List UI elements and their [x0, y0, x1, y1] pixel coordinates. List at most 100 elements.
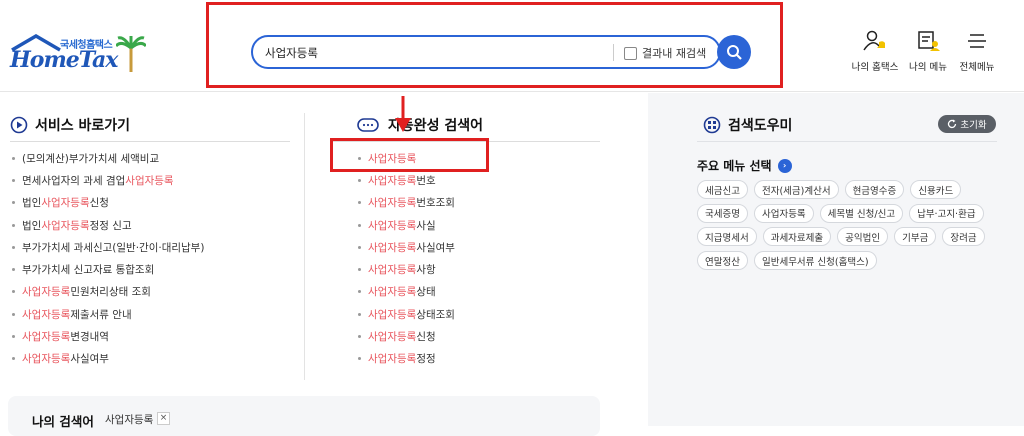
bullet-dot: [12, 156, 15, 160]
service-item[interactable]: 법인 사업자등록 신청: [12, 192, 204, 214]
service-item-text: 변경내역: [70, 331, 109, 344]
service-item[interactable]: 사업자등록 제출서류 안내: [12, 303, 204, 325]
bullet-dot: [12, 245, 15, 249]
keyword-highlight: 사업자등록: [368, 241, 417, 254]
main-menu-select-text: 주요 메뉴 선택: [697, 159, 772, 173]
autocomplete-suffix: 정정: [416, 353, 436, 366]
all-menu-label: 전체메뉴: [959, 62, 995, 73]
menu-tag[interactable]: 사업자등록: [753, 203, 814, 223]
bullet-dot: [12, 201, 15, 205]
menu-tag[interactable]: 국세증명: [697, 203, 748, 223]
service-item[interactable]: 법인 사업자등록 정정 신고: [12, 214, 204, 236]
autocomplete-item[interactable]: 사업자등록 정정: [358, 348, 455, 370]
autocomplete-suffix: 상태조회: [416, 308, 455, 321]
menu-tag[interactable]: 세금신고: [697, 180, 748, 199]
autocomplete-item[interactable]: 사업자등록 상태조회: [358, 303, 455, 325]
column-divider: [304, 113, 305, 380]
annotation-arrow-down-icon: [395, 96, 411, 132]
autocomplete-suffix: 상태: [416, 286, 436, 299]
menu-tag[interactable]: 과세자료제출: [762, 227, 832, 247]
keyword-highlight: 사업자등록: [368, 219, 417, 232]
service-item-text: 신청: [89, 197, 109, 210]
bullet-dot: [12, 335, 15, 339]
autocomplete-suffix: 번호조회: [416, 197, 455, 210]
keyword-highlight: 사업자등록: [125, 174, 174, 187]
logo-english-text: HomeTax: [10, 47, 118, 73]
bullet-dot: [12, 290, 15, 294]
service-shortcut-title-text: 서비스 바로가기: [35, 118, 131, 134]
menu-tag[interactable]: 전자(세금)계산서: [753, 180, 839, 199]
menu-tag[interactable]: 신용카드: [910, 180, 962, 199]
service-item-text: 부가가치세 신고자료 통합조회: [22, 264, 155, 277]
main-menu-select-title: 주요 메뉴 선택 ›: [697, 157, 792, 174]
autocomplete-item[interactable]: 사업자등록 번호조회: [358, 192, 455, 214]
all-menu-button[interactable]: 전체메뉴: [951, 30, 1003, 73]
bullet-dot: [12, 268, 15, 272]
autocomplete-item[interactable]: 사업자등록 상태: [358, 281, 455, 303]
menu-tag[interactable]: 연말정산: [697, 251, 748, 271]
bullet-dot: [358, 201, 361, 205]
keyword-highlight: 사업자등록: [368, 174, 417, 187]
menu-tag[interactable]: 공익법인: [837, 227, 889, 247]
autocomplete-item[interactable]: 사업자등록 사항: [358, 258, 455, 280]
bullet-dot: [358, 223, 361, 227]
chevron-right-icon[interactable]: ›: [777, 158, 792, 173]
service-item-text: 민원처리상태 조회: [70, 286, 151, 299]
autocomplete-list: 사업자등록 사업자등록 번호 사업자등록 번호조회 사업자등록 사실 사업자등록 사실여부 사업자…: [358, 147, 455, 370]
bullet-dot: [12, 178, 15, 182]
keyword-highlight: 사업자등록: [22, 331, 71, 344]
bullet-dot: [358, 245, 361, 249]
service-item[interactable]: (모의계산)부가가치세 세액비교: [12, 147, 204, 169]
autocomplete-item[interactable]: 사업자등록 사실: [358, 214, 455, 236]
service-item-text: (모의계산)부가가치세 세액비교: [22, 152, 160, 165]
service-shortcut-divider: [10, 141, 290, 142]
bullet-dot: [12, 357, 15, 361]
user-bell-icon: [863, 30, 885, 51]
user-list-icon: [918, 31, 940, 51]
menu-tag[interactable]: 세목별 신청/신고: [819, 203, 904, 223]
keyword-highlight: 사업자등록: [22, 308, 71, 321]
autocomplete-suffix: 사항: [416, 264, 436, 277]
menu-tag[interactable]: 지급명세서: [697, 227, 757, 247]
service-item[interactable]: 부가가치세 과세신고(일반·간이·대리납부): [12, 236, 204, 258]
service-item[interactable]: 면세사업자의 과세 겸업 사업자등록: [12, 169, 204, 191]
my-search-keyword[interactable]: 사업자등록: [105, 412, 153, 427]
main-menu-tags: 세금신고 전자(세금)계산서 현금영수증 신용카드국세증명 사업자등록 세목별 신청/신고…: [697, 180, 997, 275]
service-item-text: 사실여부: [70, 353, 109, 366]
service-item[interactable]: 사업자등록 사실여부: [12, 348, 204, 370]
my-hometax-button[interactable]: 나의 홈택스: [849, 30, 901, 73]
menu-tag[interactable]: 장려금: [942, 227, 985, 247]
menu-tag[interactable]: 기부금: [894, 227, 937, 247]
reset-button[interactable]: 초기화: [938, 115, 996, 133]
autocomplete-item[interactable]: 사업자등록 신청: [358, 325, 455, 347]
bullet-dot: [358, 178, 361, 182]
keyword-highlight: 사업자등록: [22, 353, 71, 366]
tag-row: 지급명세서 과세자료제출 공익법인 기부금 장려금: [697, 227, 997, 250]
search-helper-title: 검색도우미: [703, 115, 792, 135]
service-item[interactable]: 부가가치세 신고자료 통합조회: [12, 258, 204, 280]
menu-tag[interactable]: 일반세무서류 신청(홈택스): [753, 251, 877, 271]
autocomplete-suffix: 사실여부: [416, 241, 455, 254]
keyword-highlight: 사업자등록: [41, 219, 90, 232]
hometax-logo[interactable]: 국세청홈택스 HomeTax: [8, 26, 148, 74]
my-search-history: 나의 검색어 사업자등록 ×: [8, 396, 600, 436]
service-item[interactable]: 사업자등록 민원처리상태 조회: [12, 281, 204, 303]
service-item-text: 부가가치세 과세신고(일반·간이·대리납부): [22, 241, 205, 254]
my-menu-button[interactable]: 나의 메뉴: [902, 30, 954, 73]
remove-keyword-button[interactable]: ×: [157, 412, 170, 425]
menu-tag[interactable]: 납부·고지·환급: [909, 203, 984, 223]
autocomplete-item[interactable]: 사업자등록 사실여부: [358, 236, 455, 258]
keyword-highlight: 사업자등록: [368, 264, 417, 277]
hamburger-icon: [968, 34, 986, 48]
my-menu-label: 나의 메뉴: [909, 62, 947, 73]
keyword-highlight: 사업자등록: [368, 308, 417, 321]
helper-divider: [697, 141, 997, 142]
bullet-dot: [358, 335, 361, 339]
service-item-text: 법인: [22, 197, 42, 210]
service-item[interactable]: 사업자등록 변경내역: [12, 325, 204, 347]
refresh-icon: [948, 119, 957, 129]
tag-row: 국세증명 사업자등록 세목별 신청/신고 납부·고지·환급: [697, 203, 997, 227]
autocomplete-title: 자동완성 검색어: [357, 115, 483, 135]
autocomplete-item[interactable]: 사업자등록 번호: [358, 169, 455, 191]
menu-tag[interactable]: 현금영수증: [844, 180, 905, 199]
